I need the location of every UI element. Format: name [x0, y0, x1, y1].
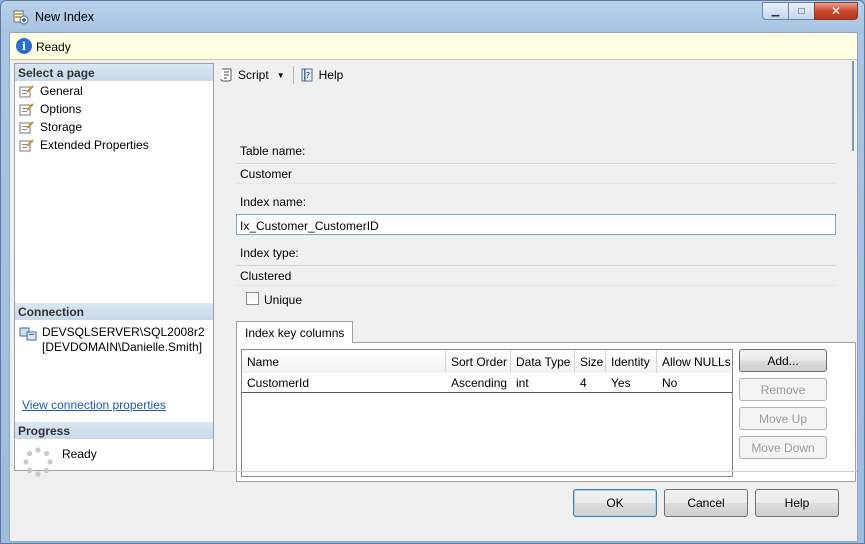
script-dropdown-arrow-icon[interactable]: ▼ — [277, 71, 285, 80]
cell-sort-order: Ascending — [451, 376, 508, 390]
add-button[interactable]: Add... — [739, 349, 827, 372]
column-header-name[interactable]: Name — [242, 350, 446, 373]
connection-header: Connection — [15, 303, 213, 320]
column-header-sort-order[interactable]: Sort Order — [446, 350, 511, 373]
page-wrench-icon — [19, 120, 34, 133]
index-app-icon — [13, 10, 29, 25]
connection-server: DEVSQLSERVER\SQL2008r2 — [42, 325, 205, 339]
index-name-input[interactable] — [236, 214, 836, 235]
index-type-label: Index type: — [240, 246, 299, 260]
grid-header: Name Sort Order Data Type Size Identity … — [242, 350, 732, 373]
page-item-general[interactable]: General — [19, 82, 83, 99]
page-item-extended-properties[interactable]: Extended Properties — [19, 136, 149, 153]
minimize-button[interactable]: ▁ — [762, 2, 788, 20]
page-label-general: General — [40, 83, 83, 98]
script-button[interactable]: Script ▼ — [217, 65, 287, 85]
help-toolbar-button[interactable]: ? Help — [298, 65, 346, 85]
table-row[interactable]: CustomerId Ascending int 4 Yes No — [242, 374, 732, 393]
progress-status: Ready — [62, 447, 97, 461]
cell-name: CustomerId — [247, 376, 310, 390]
page-selector-pane: Select a page General Options Storage Ex… — [14, 63, 214, 477]
cell-identity: Yes — [611, 376, 631, 390]
dialog-client: i Ready Select a page General Options St… — [9, 32, 858, 542]
column-header-size[interactable]: Size — [575, 350, 606, 373]
page-item-storage[interactable]: Storage — [19, 118, 82, 135]
column-header-allow-nulls[interactable]: Allow NULLs — [657, 350, 732, 373]
page-item-options[interactable]: Options — [19, 100, 81, 117]
connection-details: DEVSQLSERVER\SQL2008r2 [DEVDOMAIN\Daniel… — [42, 325, 205, 355]
server-connection-icon — [19, 327, 37, 341]
page-label-options: Options — [40, 101, 82, 116]
connection-user: [DEVDOMAIN\Danielle.Smith] — [42, 340, 203, 354]
help-label: Help — [318, 68, 344, 82]
page-label-extended-properties: Extended Properties — [40, 137, 149, 152]
progress-header: Progress — [15, 422, 213, 439]
help-button[interactable]: Help — [755, 489, 839, 517]
index-name-label: Index name: — [240, 195, 307, 209]
title-bar[interactable]: New Index ▁ □ ✕ — [1, 1, 864, 33]
toolbar: Script ▼ ? Help — [217, 63, 856, 87]
page-label-storage: Storage — [40, 119, 83, 134]
cell-size: 4 — [580, 376, 587, 390]
key-columns-grid: Name Sort Order Data Type Size Identity … — [241, 349, 733, 477]
window-controls: ▁ □ ✕ — [762, 2, 858, 20]
move-down-button[interactable]: Move Down — [739, 436, 827, 459]
toolbar-separator — [292, 66, 294, 84]
ok-button[interactable]: OK — [573, 489, 657, 517]
cancel-button[interactable]: Cancel — [664, 489, 748, 517]
column-header-identity[interactable]: Identity — [606, 350, 657, 373]
select-page-header: Select a page — [15, 64, 213, 81]
page-wrench-icon — [19, 138, 34, 151]
help-book-icon: ? — [301, 68, 313, 82]
close-button[interactable]: ✕ — [814, 2, 858, 20]
info-icon: i — [16, 38, 32, 54]
progress-spinner-icon — [23, 447, 53, 477]
cell-allow-nulls: No — [662, 376, 678, 390]
index-type-field: Clustered — [236, 265, 836, 286]
remove-button[interactable]: Remove — [739, 378, 827, 401]
footer-divider — [214, 471, 857, 472]
page-wrench-icon — [19, 84, 34, 97]
unique-checkbox[interactable] — [246, 292, 259, 305]
tab-index-key-columns[interactable]: Index key columns — [236, 321, 354, 343]
table-name-label: Table name: — [240, 144, 306, 158]
view-connection-properties-link[interactable]: View connection properties — [22, 398, 166, 412]
maximize-button[interactable]: □ — [788, 2, 814, 20]
cell-data-type: int — [516, 376, 529, 390]
column-header-data-type[interactable]: Data Type — [511, 350, 575, 373]
script-label: Script — [238, 68, 269, 82]
index-key-columns-panel: Name Sort Order Data Type Size Identity … — [236, 342, 856, 482]
general-page-pane: Script ▼ ? Help Table name: Customer Ind… — [217, 63, 856, 482]
window-title: New Index — [35, 10, 95, 24]
svg-text:?: ? — [305, 71, 309, 80]
window-edge-grip — [852, 61, 854, 151]
status-text: Ready — [36, 40, 71, 54]
status-bar: i Ready — [10, 33, 857, 60]
script-scroll-icon — [220, 68, 232, 82]
page-wrench-icon — [19, 102, 34, 115]
new-index-window: New Index ▁ □ ✕ i Ready Select a page Ge… — [0, 0, 865, 544]
table-name-field: Customer — [236, 163, 836, 184]
unique-label[interactable]: Unique — [264, 293, 302, 307]
move-up-button[interactable]: Move Up — [739, 407, 827, 430]
